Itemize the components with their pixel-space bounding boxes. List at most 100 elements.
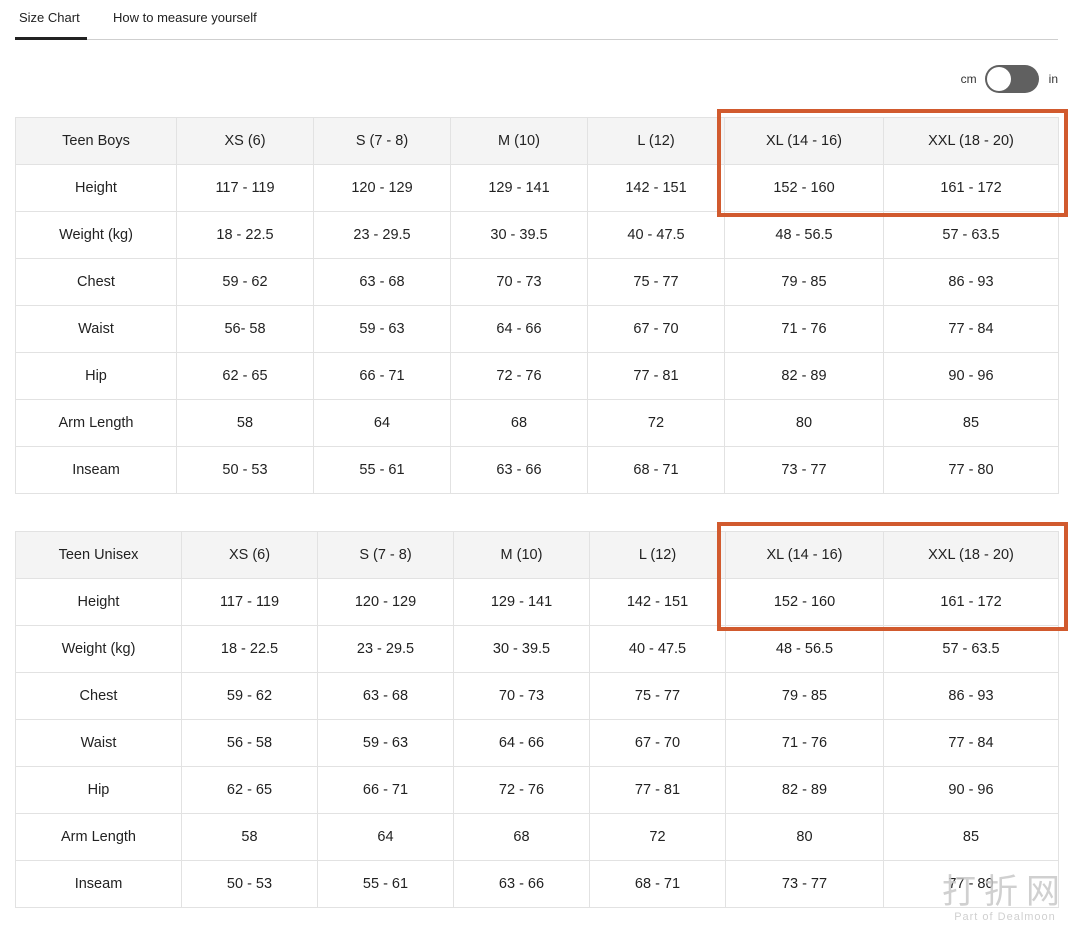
- watermark-logo-text: 打折网: [942, 872, 1068, 912]
- size-header: XL (14 - 16): [725, 531, 884, 579]
- table-cell: 64: [317, 813, 454, 861]
- table-cell: 120 - 129: [317, 578, 454, 626]
- row-label: Inseam: [15, 446, 177, 494]
- table-cell: 57 - 63.5: [883, 625, 1059, 673]
- watermark-subtext: Part of Dealmoon: [954, 911, 1056, 923]
- table-cell: 40 - 47.5: [587, 211, 725, 259]
- size-header: S (7 - 8): [313, 117, 451, 165]
- tab-size-chart[interactable]: Size Chart: [19, 10, 80, 25]
- table-title: Teen Boys: [15, 117, 177, 165]
- table-cell: 73 - 77: [724, 446, 884, 494]
- table-cell: 82 - 89: [725, 766, 884, 814]
- table-cell: 55 - 61: [317, 860, 454, 908]
- table-cell: 142 - 151: [587, 164, 725, 212]
- table-cell: 80: [724, 399, 884, 447]
- table-cell: 161 - 172: [883, 578, 1059, 626]
- table-cell: 50 - 53: [181, 860, 318, 908]
- table-title: Teen Unisex: [15, 531, 182, 579]
- size-header: XXL (18 - 20): [883, 117, 1059, 165]
- size-header: L (12): [587, 117, 725, 165]
- size-table-teen-unisex: Teen Unisex XS (6) S (7 - 8) M (10) L (1…: [15, 531, 1059, 908]
- table-cell: 85: [883, 813, 1059, 861]
- table-cell: 55 - 61: [313, 446, 451, 494]
- table-cell: 68: [450, 399, 588, 447]
- table-cell: 72: [587, 399, 725, 447]
- table-cell: 79 - 85: [725, 672, 884, 720]
- size-header: XL (14 - 16): [724, 117, 884, 165]
- table-header-row: Teen Boys XS (6) S (7 - 8) M (10) L (12)…: [15, 117, 1059, 165]
- table-cell: 40 - 47.5: [589, 625, 726, 673]
- table-cell: 64: [313, 399, 451, 447]
- unit-toggle: cm in: [961, 64, 1058, 94]
- table-row: Hip 62 - 65 66 - 71 72 - 76 77 - 81 82 -…: [15, 766, 1059, 814]
- size-header: XXL (18 - 20): [883, 531, 1059, 579]
- table-cell: 63 - 66: [453, 860, 590, 908]
- table-cell: 71 - 76: [725, 719, 884, 767]
- table-cell: 59 - 62: [176, 258, 314, 306]
- table-cell: 72 - 76: [453, 766, 590, 814]
- table-cell: 86 - 93: [883, 258, 1059, 306]
- tab-how-to-measure[interactable]: How to measure yourself: [113, 10, 257, 25]
- table-cell: 62 - 65: [176, 352, 314, 400]
- tab-bar: Size Chart How to measure yourself: [15, 0, 1058, 40]
- table-cell: 68 - 71: [587, 446, 725, 494]
- table-header-row: Teen Unisex XS (6) S (7 - 8) M (10) L (1…: [15, 531, 1059, 579]
- table-cell: 30 - 39.5: [450, 211, 588, 259]
- table-cell: 77 - 84: [883, 305, 1059, 353]
- table-cell: 58: [176, 399, 314, 447]
- table-cell: 68: [453, 813, 590, 861]
- table-cell: 75 - 77: [587, 258, 725, 306]
- table-cell: 48 - 56.5: [725, 625, 884, 673]
- table-row: Arm Length 58 64 68 72 80 85: [15, 399, 1059, 447]
- table-cell: 48 - 56.5: [724, 211, 884, 259]
- table-cell: 71 - 76: [724, 305, 884, 353]
- table-cell: 82 - 89: [724, 352, 884, 400]
- table-cell: 152 - 160: [724, 164, 884, 212]
- unit-switch[interactable]: [984, 65, 1039, 93]
- row-label: Hip: [15, 352, 177, 400]
- table-cell: 63 - 68: [317, 672, 454, 720]
- unit-cm-label: cm: [960, 72, 977, 86]
- table-cell: 62 - 65: [181, 766, 318, 814]
- table-row: Chest 59 - 62 63 - 68 70 - 73 75 - 77 79…: [15, 672, 1059, 720]
- table-row: Weight (kg) 18 - 22.5 23 - 29.5 30 - 39.…: [15, 211, 1059, 259]
- table-row: Arm Length 58 64 68 72 80 85: [15, 813, 1059, 861]
- table-row: Height 117 - 119 120 - 129 129 - 141 142…: [15, 578, 1059, 626]
- size-header: XS (6): [176, 117, 314, 165]
- size-table-teen-boys: Teen Boys XS (6) S (7 - 8) M (10) L (12)…: [15, 117, 1059, 494]
- unit-in-label: in: [1048, 72, 1058, 86]
- watermark: 打折网 Part of Dealmoon: [942, 864, 1068, 923]
- table-cell: 90 - 96: [883, 766, 1059, 814]
- table-cell: 30 - 39.5: [453, 625, 590, 673]
- table-cell: 73 - 77: [725, 860, 884, 908]
- size-header: L (12): [589, 531, 726, 579]
- table-cell: 129 - 141: [450, 164, 588, 212]
- row-label: Waist: [15, 305, 177, 353]
- table-cell: 59 - 63: [313, 305, 451, 353]
- table-cell: 67 - 70: [589, 719, 726, 767]
- table-cell: 120 - 129: [313, 164, 451, 212]
- table-cell: 70 - 73: [450, 258, 588, 306]
- row-label: Hip: [15, 766, 182, 814]
- row-label: Weight (kg): [15, 625, 182, 673]
- size-chart-page: Size Chart How to measure yourself cm in…: [0, 0, 1080, 929]
- table-cell: 23 - 29.5: [317, 625, 454, 673]
- table-cell: 50 - 53: [176, 446, 314, 494]
- table-cell: 80: [725, 813, 884, 861]
- table-cell: 72 - 76: [450, 352, 588, 400]
- table-row: Height 117 - 119 120 - 129 129 - 141 142…: [15, 164, 1059, 212]
- table-cell: 129 - 141: [453, 578, 590, 626]
- table-cell: 75 - 77: [589, 672, 726, 720]
- row-label: Chest: [15, 258, 177, 306]
- table-cell: 79 - 85: [724, 258, 884, 306]
- table-cell: 77 - 84: [883, 719, 1059, 767]
- table-cell: 86 - 93: [883, 672, 1059, 720]
- table-cell: 72: [589, 813, 726, 861]
- table-cell: 59 - 63: [317, 719, 454, 767]
- row-label: Height: [15, 578, 182, 626]
- table-cell: 64 - 66: [453, 719, 590, 767]
- size-header: XS (6): [181, 531, 318, 579]
- row-label: Arm Length: [15, 399, 177, 447]
- table-row: Waist 56 - 58 59 - 63 64 - 66 67 - 70 71…: [15, 719, 1059, 767]
- active-tab-indicator: [15, 37, 87, 40]
